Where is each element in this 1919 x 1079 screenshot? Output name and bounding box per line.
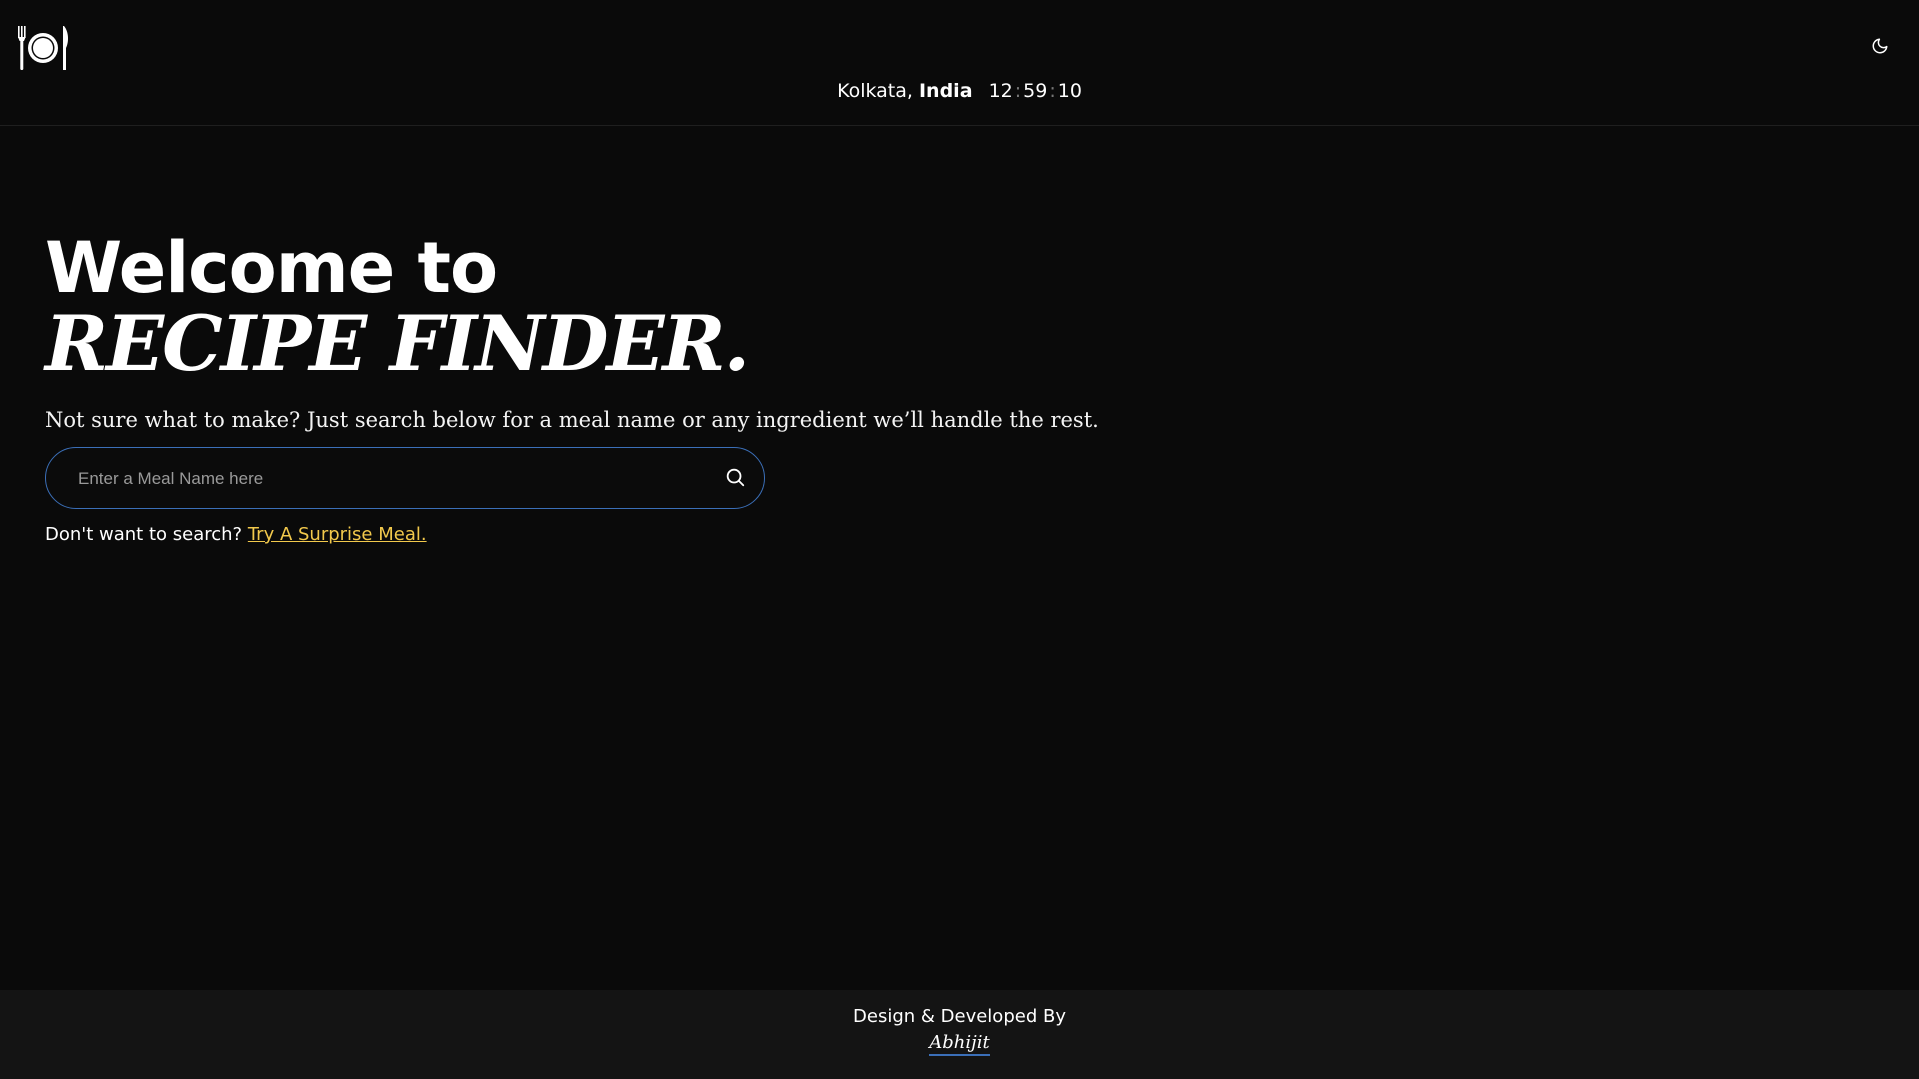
- clock-separator: :: [1014, 80, 1022, 102]
- welcome-heading: Welcome to: [45, 227, 498, 309]
- clock-minutes: 59: [1023, 80, 1048, 102]
- top-header: Kolkata, India 12:59:10: [0, 0, 1919, 126]
- page: Kolkata, India 12:59:10 Welcome to RECIP…: [0, 0, 1919, 1079]
- footer: Design & Developed By Abhijit: [0, 990, 1919, 1079]
- theme-toggle-button[interactable]: [1866, 36, 1894, 60]
- clock-separator: :: [1049, 80, 1056, 102]
- location-city: Kolkata,: [837, 80, 913, 102]
- location-clock: Kolkata, India 12:59:10: [0, 78, 1919, 104]
- clock-hours: 12: [988, 80, 1013, 102]
- moon-icon: [1871, 37, 1889, 59]
- surprise-meal-link[interactable]: Try A Surprise Meal.: [248, 524, 427, 545]
- search-button[interactable]: [724, 466, 748, 490]
- tagline: Not sure what to make? Just search below…: [45, 408, 1099, 432]
- footer-author: Abhijit: [0, 1030, 1919, 1056]
- footer-credit: Design & Developed By: [853, 1006, 1066, 1027]
- clock: 12:59:10: [989, 80, 1082, 102]
- clock-seconds: 10: [1057, 80, 1082, 102]
- surprise-prompt: Don't want to search?: [45, 524, 243, 545]
- surprise-row: Don't want to search? Try A Surprise Mea…: [45, 521, 427, 549]
- search-input[interactable]: [76, 448, 700, 509]
- search-bar: [45, 447, 765, 509]
- author-link[interactable]: Abhijit: [929, 1032, 990, 1056]
- location-country: India: [918, 80, 973, 102]
- search-icon: [724, 468, 746, 492]
- hero-section: Welcome to RECIPE FINDER.: [45, 226, 1445, 384]
- plate-fork-knife-icon[interactable]: [16, 24, 70, 72]
- brand-title: RECIPE FINDER.: [45, 299, 750, 388]
